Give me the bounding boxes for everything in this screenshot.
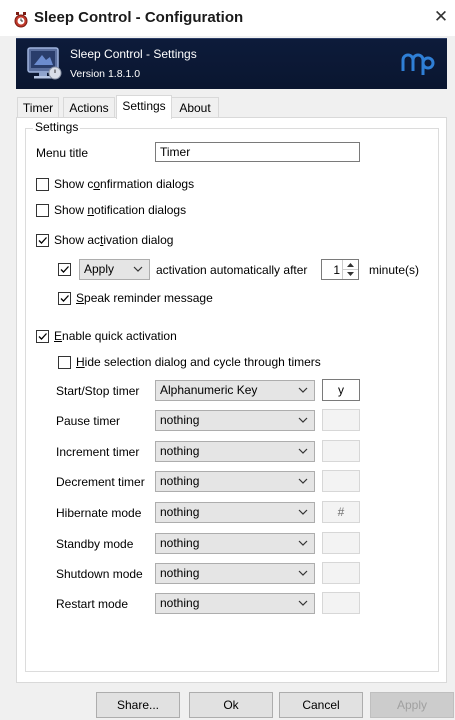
hotkey-value: Alphanumeric Key bbox=[160, 383, 258, 397]
monitor-icon bbox=[27, 47, 62, 80]
hotkey-key-input[interactable] bbox=[322, 440, 360, 462]
hotkey-key-input[interactable] bbox=[322, 532, 360, 554]
settings-group-label: Settings bbox=[33, 120, 81, 134]
hotkey-label: Pause timer bbox=[56, 414, 121, 428]
enable-quick-activation-checkbox[interactable] bbox=[36, 330, 49, 343]
hotkey-label: Decrement timer bbox=[56, 475, 145, 489]
hotkey-key-input[interactable] bbox=[322, 409, 360, 431]
hotkey-label: Restart mode bbox=[56, 597, 129, 611]
checkmark-icon bbox=[60, 266, 69, 273]
hotkey-value: nothing bbox=[160, 444, 200, 458]
hotkey-dropdown[interactable]: Alphanumeric Key bbox=[155, 380, 315, 401]
brand-logo-icon bbox=[401, 53, 435, 75]
hotkey-dropdown[interactable]: nothing bbox=[155, 441, 315, 462]
banner-title: Sleep Control - Settings bbox=[70, 47, 197, 61]
hotkey-dropdown[interactable]: nothing bbox=[155, 471, 315, 492]
hotkey-key-input[interactable] bbox=[322, 592, 360, 614]
hotkey-value: nothing bbox=[160, 566, 200, 580]
hotkey-value: nothing bbox=[160, 474, 200, 488]
show-confirmation-label: Show confirmation dialogs bbox=[54, 177, 195, 191]
hotkey-label: Start/Stop timer bbox=[56, 384, 140, 398]
show-notification-label: Show notification dialogs bbox=[54, 203, 187, 217]
chevron-down-icon bbox=[298, 478, 308, 484]
hotkey-value: nothing bbox=[160, 536, 200, 550]
speak-reminder-checkbox[interactable] bbox=[58, 292, 71, 305]
share-button[interactable]: Share... bbox=[96, 692, 180, 718]
tab-settings[interactable]: Settings bbox=[116, 95, 172, 119]
chevron-down-icon bbox=[298, 417, 308, 423]
show-activation-label: Show activation dialog bbox=[54, 233, 174, 247]
sleep-control-app-icon bbox=[14, 12, 28, 28]
show-notification-checkbox[interactable] bbox=[36, 204, 49, 217]
hotkey-label: Shutdown mode bbox=[56, 567, 143, 581]
hotkey-key-input[interactable]: # bbox=[322, 501, 360, 523]
hotkey-value: nothing bbox=[160, 596, 200, 610]
show-activation-checkbox[interactable] bbox=[36, 234, 49, 247]
cancel-button[interactable]: Cancel bbox=[279, 692, 363, 718]
activation-text: activation automatically after bbox=[156, 263, 308, 277]
chevron-down-icon bbox=[298, 540, 308, 546]
chevron-down-icon bbox=[133, 266, 143, 272]
hotkey-key-input[interactable] bbox=[322, 562, 360, 584]
hotkey-dropdown[interactable]: nothing bbox=[155, 533, 315, 554]
tab-timer[interactable]: Timer bbox=[17, 97, 59, 118]
hotkey-dropdown[interactable]: nothing bbox=[155, 563, 315, 584]
ok-button[interactable]: Ok bbox=[189, 692, 273, 718]
hotkey-value: nothing bbox=[160, 413, 200, 427]
checkmark-icon bbox=[60, 295, 69, 302]
checkmark-icon bbox=[38, 237, 47, 244]
hotkey-value: nothing bbox=[160, 505, 200, 519]
hotkey-dropdown[interactable]: nothing bbox=[155, 502, 315, 523]
close-icon: ✕ bbox=[433, 7, 449, 26]
apply-button[interactable]: Apply bbox=[370, 692, 454, 718]
speak-reminder-label: Speak reminder message bbox=[76, 291, 213, 305]
spin-arrows-icon[interactable] bbox=[342, 260, 358, 279]
apply-checkbox[interactable] bbox=[58, 263, 71, 276]
close-button[interactable]: ✕ bbox=[431, 6, 451, 28]
chevron-down-icon bbox=[298, 387, 308, 393]
menu-title-label: Menu title bbox=[36, 146, 89, 160]
hotkey-dropdown[interactable]: nothing bbox=[155, 593, 315, 614]
hotkey-label: Increment timer bbox=[56, 445, 140, 459]
enable-quick-activation-label: Enable quick activation bbox=[54, 329, 177, 343]
tab-about[interactable]: About bbox=[171, 97, 219, 118]
show-confirmation-checkbox[interactable] bbox=[36, 178, 49, 191]
apply-dropdown[interactable]: Apply bbox=[79, 259, 150, 280]
chevron-down-icon bbox=[298, 509, 308, 515]
checkmark-icon bbox=[38, 333, 47, 340]
tab-actions[interactable]: Actions bbox=[63, 97, 115, 118]
chevron-down-icon bbox=[298, 448, 308, 454]
minutes-unit-label: minute(s) bbox=[369, 263, 420, 277]
hotkey-label: Hibernate mode bbox=[56, 506, 142, 520]
header-banner: Sleep Control - Settings Version 1.8.1.0 bbox=[16, 38, 447, 89]
chevron-down-icon bbox=[298, 570, 308, 576]
menu-title-input[interactable] bbox=[155, 142, 360, 162]
apply-dropdown-value: Apply bbox=[84, 262, 115, 276]
window-title: Sleep Control - Configuration bbox=[34, 9, 244, 26]
chevron-down-icon bbox=[298, 600, 308, 606]
hide-selection-label: Hide selection dialog and cycle through … bbox=[76, 355, 321, 369]
hide-selection-checkbox[interactable] bbox=[58, 356, 71, 369]
minutes-spinner[interactable]: 1 bbox=[321, 259, 359, 280]
hotkey-dropdown[interactable]: nothing bbox=[155, 410, 315, 431]
banner-version: Version 1.8.1.0 bbox=[70, 68, 141, 80]
hotkey-label: Standby mode bbox=[56, 537, 134, 551]
minutes-value: 1 bbox=[333, 263, 340, 277]
hotkey-key-input[interactable]: y bbox=[322, 379, 360, 401]
hotkey-key-input[interactable] bbox=[322, 470, 360, 492]
